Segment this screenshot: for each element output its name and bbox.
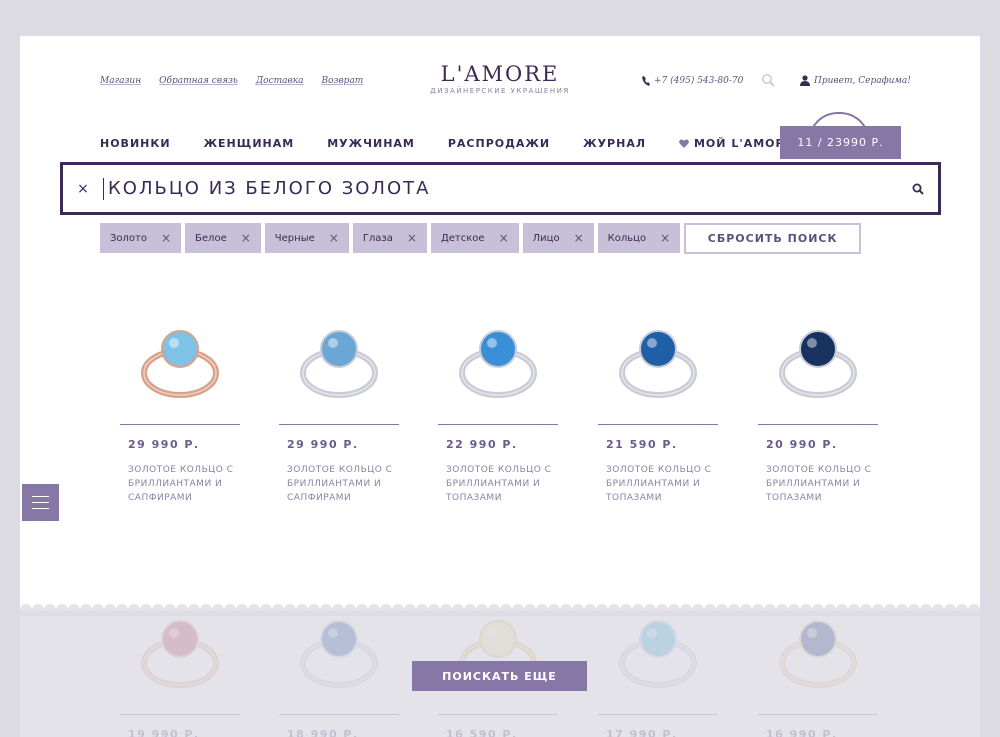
product-card[interactable]: 22 990 Р. ЗОЛОТОЕ КОЛЬЦО С БРИЛЛИАНТАМИ И… — [438, 294, 558, 505]
menu-line — [32, 508, 49, 509]
nav-my-lamore[interactable]: МОЙ L'AMORE — [679, 137, 794, 150]
product-price: 21 590 Р. — [606, 438, 678, 451]
product-image[interactable] — [758, 294, 878, 424]
search-bar: × КОЛЬЦО ИЗ БЕЛОГО ЗОЛОТА — [60, 162, 941, 215]
remove-tag-icon[interactable]: × — [241, 231, 251, 245]
nav-sale[interactable]: РАСПРОДАЖИ — [448, 137, 550, 150]
product-price: 29 990 Р. — [287, 438, 359, 451]
page: Магазин Обратная связь Доставка Возврат … — [20, 36, 980, 737]
divider — [120, 424, 240, 425]
filter-tag[interactable]: Белое × — [185, 223, 261, 253]
user-greeting[interactable]: Привет, Серафима! — [800, 75, 911, 86]
heart-icon — [679, 139, 689, 148]
tag-label: Кольцо — [607, 232, 647, 244]
menu-line — [32, 502, 49, 503]
filter-tag[interactable]: Черные × — [264, 223, 349, 253]
logo-name: L'AMORE — [440, 62, 560, 86]
divider — [598, 424, 718, 425]
link-feedback[interactable]: Обратная связь — [159, 76, 238, 86]
text-caret — [103, 177, 104, 200]
phone-icon — [642, 76, 650, 86]
remove-tag-icon[interactable]: × — [660, 231, 670, 245]
tag-label: Черные — [274, 232, 315, 244]
tag-label: Золото — [110, 232, 147, 244]
clear-search-button[interactable]: × — [63, 181, 103, 197]
nav-label: МОЙ L'AMORE — [693, 137, 794, 150]
product-title[interactable]: ЗОЛОТОЕ КОЛЬЦО С БРИЛЛИАНТАМИ И САПФИРАМ… — [287, 463, 399, 505]
cart-button[interactable]: 11 / 23990 Р. — [780, 126, 901, 159]
tag-label: Белое — [195, 232, 227, 244]
nav-men[interactable]: МУЖЧИНАМ — [327, 137, 415, 150]
search-more-button[interactable]: ПОИСКАТЬ ЕЩЕ — [412, 661, 587, 691]
filter-tag[interactable]: Кольцо × — [597, 223, 681, 253]
link-shop[interactable]: Магазин — [100, 76, 141, 86]
tag-label: Детское — [440, 232, 485, 244]
divider — [279, 424, 399, 425]
phone-number: +7 (495) 543-80-70 — [654, 76, 744, 86]
search-submit-button[interactable] — [898, 183, 938, 195]
user-icon — [800, 75, 810, 86]
nav-label: МУЖЧИНАМ — [327, 137, 415, 150]
product-price: 20 990 Р. — [766, 438, 838, 451]
product-price: 22 990 Р. — [446, 438, 518, 451]
remove-tag-icon[interactable]: × — [329, 231, 339, 245]
link-delivery[interactable]: Доставка — [256, 76, 304, 86]
product-price: 29 990 Р. — [128, 438, 200, 451]
divider — [438, 424, 558, 425]
menu-button[interactable] — [22, 484, 59, 521]
greeting-text: Привет, Серафима! — [814, 75, 911, 86]
search-icon — [912, 183, 924, 195]
product-image[interactable] — [120, 294, 240, 424]
search-input[interactable]: КОЛЬЦО ИЗ БЕЛОГО ЗОЛОТА — [108, 178, 898, 199]
nav-label: РАСПРОДАЖИ — [447, 137, 551, 150]
tag-label: Глаза — [362, 232, 393, 244]
remove-tag-icon[interactable]: × — [161, 231, 171, 245]
nav-label: ЖУРНАЛ — [583, 137, 646, 150]
product-title[interactable]: ЗОЛОТОЕ КОЛЬЦО С БРИЛЛИАНТАМИ И САПФИРАМ… — [128, 463, 240, 505]
tag-label: Лицо — [532, 232, 560, 244]
nav-women[interactable]: ЖЕНЩИНАМ — [204, 137, 295, 150]
nav-label: ЖЕНЩИНАМ — [203, 137, 295, 150]
link-returns[interactable]: Возврат — [322, 76, 364, 86]
remove-tag-icon[interactable]: × — [407, 231, 417, 245]
product-card[interactable]: 21 590 Р. ЗОЛОТОЕ КОЛЬЦО С БРИЛЛИАНТАМИ И… — [598, 294, 718, 505]
product-title[interactable]: ЗОЛОТОЕ КОЛЬЦО С БРИЛЛИАНТАМИ И ТОПАЗАМИ — [446, 463, 558, 505]
product-card[interactable]: 20 990 Р. ЗОЛОТОЕ КОЛЬЦО С БРИЛЛИАНТАМИ И… — [758, 294, 878, 505]
logo-subtitle: ДИЗАЙНЕРСКИЕ УКРАШЕНИЯ — [430, 87, 570, 95]
search-icon[interactable] — [761, 73, 775, 87]
product-image[interactable] — [598, 294, 718, 424]
product-title[interactable]: ЗОЛОТОЕ КОЛЬЦО С БРИЛЛИАНТАМИ И ТОПАЗАМИ — [766, 463, 878, 505]
nav-journal[interactable]: ЖУРНАЛ — [583, 137, 646, 150]
nav-new[interactable]: НОВИНКИ — [100, 137, 171, 150]
product-image[interactable] — [438, 294, 558, 424]
filter-tag[interactable]: Золото × — [100, 223, 182, 253]
product-title[interactable]: ЗОЛОТОЕ КОЛЬЦО С БРИЛЛИАНТАМИ И ТОПАЗАМИ — [606, 463, 718, 505]
remove-tag-icon[interactable]: × — [499, 231, 509, 245]
product-image[interactable] — [279, 294, 399, 424]
filter-tag[interactable]: Глаза × — [352, 223, 427, 253]
product-card[interactable]: 29 990 Р. ЗОЛОТОЕ КОЛЬЦО С БРИЛЛИАНТАМИ И… — [279, 294, 399, 505]
reset-search-button[interactable]: СБРОСИТЬ ПОИСК — [684, 223, 862, 254]
menu-line — [32, 496, 49, 497]
nav-label: НОВИНКИ — [100, 137, 171, 150]
filter-tags: Золото × Белое × Черные × Глаза × Детское × Л… — [100, 223, 862, 254]
filter-tag[interactable]: Лицо × — [522, 223, 594, 253]
phone[interactable]: +7 (495) 543-80-70 — [642, 76, 743, 86]
remove-tag-icon[interactable]: × — [574, 231, 584, 245]
logo[interactable]: L'AMORE ДИЗАЙНЕРСКИЕ УКРАШЕНИЯ — [400, 62, 600, 95]
product-card[interactable]: 29 990 Р. ЗОЛОТОЕ КОЛЬЦО С БРИЛЛИАНТАМИ И… — [120, 294, 240, 505]
top-links: Магазин Обратная связь Доставка Возврат — [100, 76, 363, 86]
main-nav: НОВИНКИ ЖЕНЩИНАМ МУЖЧИНАМ РАСПРОДАЖИ ЖУР… — [100, 137, 827, 150]
filter-tag[interactable]: Детское × — [430, 223, 519, 253]
divider — [758, 424, 878, 425]
